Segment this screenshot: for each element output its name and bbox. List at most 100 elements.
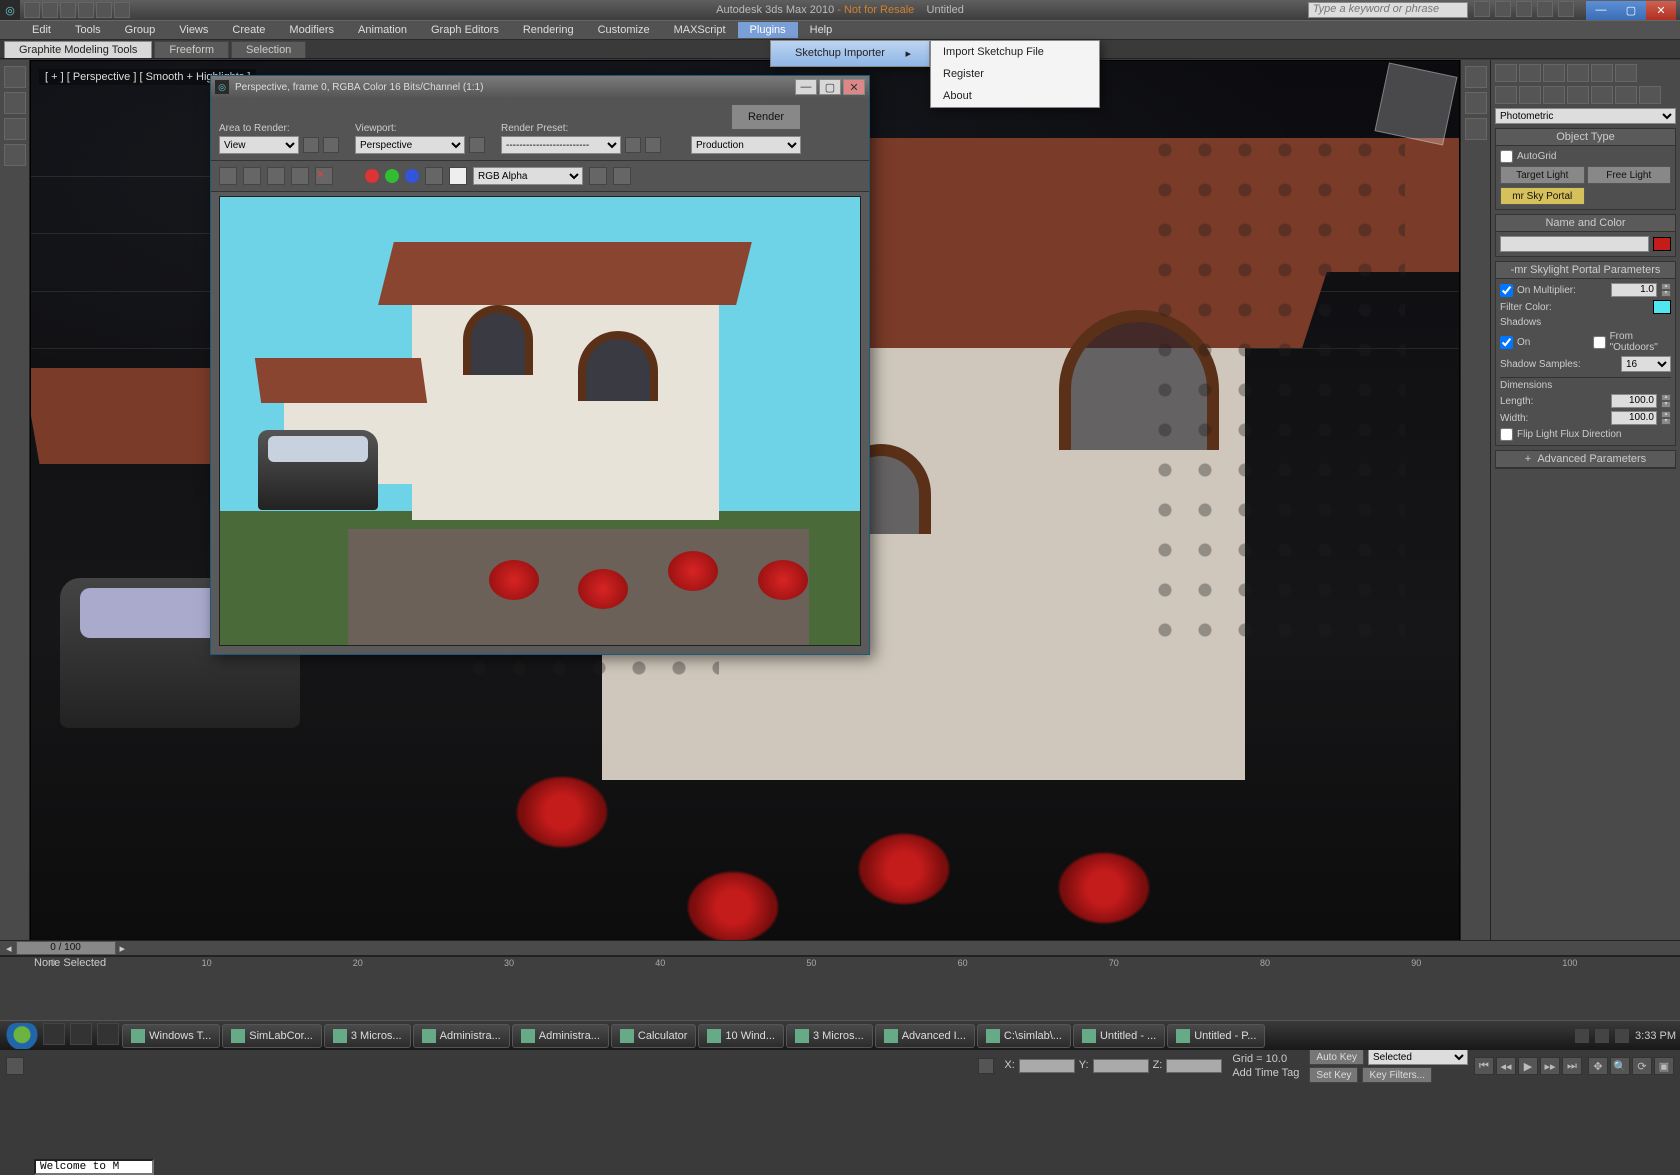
- tool-scale-icon[interactable]: [4, 144, 26, 166]
- tool-snap-icon[interactable]: [1465, 66, 1487, 88]
- menu-customize[interactable]: Customize: [586, 22, 662, 38]
- slider-left-icon[interactable]: ◂: [6, 942, 12, 955]
- render-output-canvas[interactable]: [219, 196, 861, 646]
- save-image-icon[interactable]: [219, 167, 237, 185]
- menu-create[interactable]: Create: [220, 22, 277, 38]
- clone-window-icon[interactable]: [267, 167, 285, 185]
- favorites-icon[interactable]: [1537, 1, 1553, 17]
- viewport-dropdown[interactable]: Perspective: [355, 136, 465, 154]
- object-name-input[interactable]: [1500, 236, 1649, 252]
- menu-views[interactable]: Views: [167, 22, 220, 38]
- menuitem-register[interactable]: Register: [931, 63, 1099, 85]
- subscription-icon[interactable]: [1495, 1, 1511, 17]
- task-item[interactable]: 3 Micros...: [324, 1024, 411, 1048]
- tool-angle-icon[interactable]: [1465, 92, 1487, 114]
- auto-key-button[interactable]: Auto Key: [1309, 1049, 1364, 1065]
- ql-desktop-icon[interactable]: [97, 1023, 119, 1045]
- cat-lights-icon[interactable]: [1543, 86, 1565, 104]
- channel-green-icon[interactable]: [385, 169, 399, 183]
- goto-start-icon[interactable]: ⏮: [1474, 1057, 1494, 1075]
- task-item[interactable]: C:\simlab\...: [977, 1024, 1071, 1048]
- tray-icon[interactable]: [1575, 1029, 1589, 1043]
- menu-maxscript[interactable]: MAXScript: [662, 22, 738, 38]
- task-item[interactable]: Calculator: [611, 1024, 697, 1048]
- cmdtab-display-icon[interactable]: [1591, 64, 1613, 82]
- channel-dropdown[interactable]: RGB Alpha: [473, 167, 583, 185]
- coord-y-input[interactable]: [1093, 1059, 1149, 1073]
- spin-down-icon[interactable]: ▾: [1661, 290, 1671, 297]
- pan-icon[interactable]: ✥: [1588, 1057, 1608, 1075]
- area-auto-icon[interactable]: [323, 137, 339, 153]
- area-dropdown[interactable]: View: [219, 136, 299, 154]
- maximize-button[interactable]: ▢: [1616, 1, 1646, 20]
- menu-modifiers[interactable]: Modifiers: [277, 22, 346, 38]
- search-icon[interactable]: [1474, 1, 1490, 17]
- print-icon[interactable]: [291, 167, 309, 185]
- maxscript-listener-input[interactable]: [34, 1159, 154, 1175]
- lock-viewport-icon[interactable]: [469, 137, 485, 153]
- menu-edit[interactable]: Edit: [20, 22, 63, 38]
- environment-icon[interactable]: [645, 137, 661, 153]
- tab-graphite[interactable]: Graphite Modeling Tools: [4, 41, 152, 58]
- autogrid-checkbox[interactable]: [1500, 150, 1513, 163]
- shadow-samples-dropdown[interactable]: 16: [1621, 356, 1671, 372]
- on-multiplier-checkbox[interactable]: [1500, 284, 1513, 297]
- object-color-swatch[interactable]: [1653, 237, 1671, 251]
- menuitem-about[interactable]: About: [931, 85, 1099, 107]
- production-dropdown[interactable]: Production: [691, 136, 801, 154]
- mono-icon[interactable]: [449, 167, 467, 185]
- menuitem-sketchup-importer[interactable]: Sketchup Importer▸: [771, 41, 929, 66]
- qat-new-icon[interactable]: [24, 2, 40, 18]
- render-button[interactable]: Render: [731, 104, 801, 130]
- qat-redo-icon[interactable]: [96, 2, 112, 18]
- cmdtab-utilities-icon[interactable]: [1615, 64, 1637, 82]
- task-item[interactable]: Untitled - P...: [1167, 1024, 1265, 1048]
- viewcube-icon[interactable]: [1374, 62, 1457, 145]
- task-item[interactable]: Administra...: [512, 1024, 609, 1048]
- menu-help[interactable]: Help: [798, 22, 845, 38]
- tray-clock[interactable]: 3:33 PM: [1635, 1030, 1676, 1042]
- btn-free-light[interactable]: Free Light: [1587, 166, 1672, 184]
- cat-cameras-icon[interactable]: [1567, 86, 1589, 104]
- coord-x-input[interactable]: [1019, 1059, 1075, 1073]
- task-item[interactable]: Administra...: [413, 1024, 510, 1048]
- lock-selection-icon[interactable]: [978, 1058, 994, 1074]
- help-search-input[interactable]: Type a keyword or phrase: [1308, 2, 1468, 18]
- cat-systems-icon[interactable]: [1639, 86, 1661, 104]
- help-icon[interactable]: [1558, 1, 1574, 17]
- shadows-on-checkbox[interactable]: [1500, 336, 1513, 349]
- task-item[interactable]: 3 Micros...: [786, 1024, 873, 1048]
- time-slider[interactable]: ◂ 0 / 100 ▸: [0, 941, 1680, 956]
- key-mode-dropdown[interactable]: Selected: [1368, 1049, 1468, 1065]
- menu-group[interactable]: Group: [113, 22, 168, 38]
- rollout-header[interactable]: -mr Skylight Portal Parameters: [1496, 262, 1675, 279]
- zoom-icon[interactable]: 🔍: [1610, 1057, 1630, 1075]
- maximize-viewport-icon[interactable]: ▣: [1654, 1057, 1674, 1075]
- category-dropdown[interactable]: Photometric: [1495, 108, 1676, 124]
- filter-color-swatch[interactable]: [1653, 300, 1671, 314]
- multiplier-spinner[interactable]: 1.0: [1611, 283, 1657, 297]
- qat-save-icon[interactable]: [60, 2, 76, 18]
- qat-more-icon[interactable]: [114, 2, 130, 18]
- length-spinner[interactable]: 100.0: [1611, 394, 1657, 408]
- spin-up-icon[interactable]: ▴: [1661, 283, 1671, 290]
- cmdtab-hierarchy-icon[interactable]: [1543, 64, 1565, 82]
- ql-explorer-icon[interactable]: [70, 1023, 92, 1045]
- app-logo-icon[interactable]: ◎: [0, 0, 20, 20]
- comm-icon[interactable]: [1516, 1, 1532, 17]
- tool-select-icon[interactable]: [4, 66, 26, 88]
- toggle-overlay-icon[interactable]: [589, 167, 607, 185]
- cat-geometry-icon[interactable]: [1495, 86, 1517, 104]
- menu-tools[interactable]: Tools: [63, 22, 113, 38]
- ql-ie-icon[interactable]: [43, 1023, 65, 1045]
- clear-icon[interactable]: ✕: [315, 167, 333, 185]
- set-key-button[interactable]: Set Key: [1309, 1067, 1358, 1083]
- channel-blue-icon[interactable]: [405, 169, 419, 183]
- time-ruler[interactable]: 0 10 20 30 40 50 60 70 80 90 100: [0, 956, 1680, 957]
- from-outdoors-checkbox[interactable]: [1593, 336, 1606, 349]
- goto-end-icon[interactable]: ⏭: [1562, 1057, 1582, 1075]
- task-item[interactable]: Windows T...: [122, 1024, 220, 1048]
- task-item[interactable]: SimLabCor...: [222, 1024, 322, 1048]
- width-spinner[interactable]: 100.0: [1611, 411, 1657, 425]
- rollout-header[interactable]: Object Type: [1496, 129, 1675, 146]
